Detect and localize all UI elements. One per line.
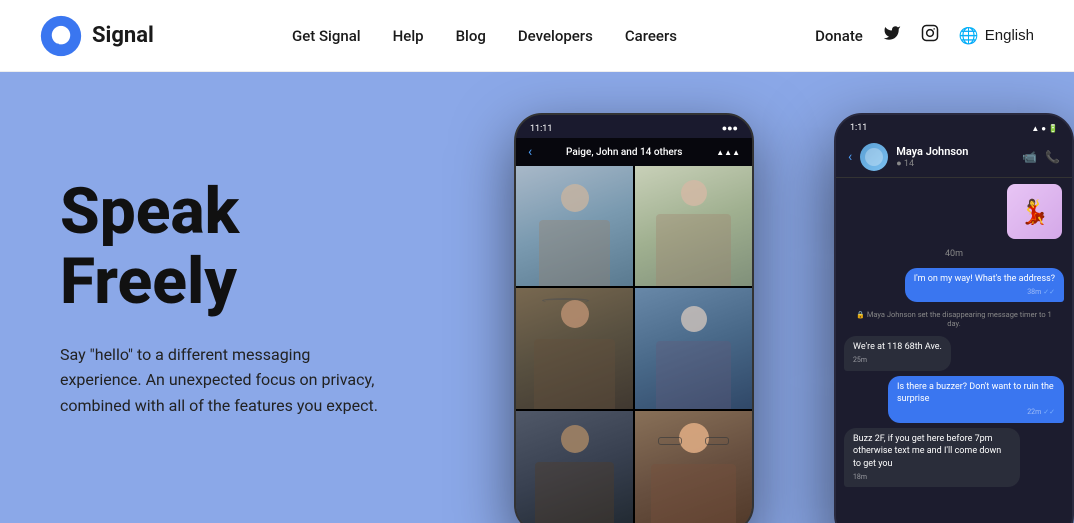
msg-bubble-recv-1: We're at 118 68th Ave. 25m	[844, 336, 951, 370]
chat-status-bar: 1:11 ▲ ● 🔋	[836, 115, 1072, 137]
video-call-icon[interactable]: 📹	[1022, 150, 1037, 164]
chat-back-button[interactable]: ‹	[848, 149, 852, 165]
language-label: English	[985, 27, 1034, 44]
brand-name: Signal	[92, 23, 154, 48]
logo-link[interactable]: Signal	[40, 15, 154, 57]
msg-bubble-recv-2: Buzz 2F, if you get here before 7pm othe…	[844, 428, 1020, 488]
chat-sticker: 💃	[1007, 184, 1062, 239]
group-name: Paige, John and 14 others	[566, 147, 682, 158]
phones-illustration: 11:11 ●●● ‹ Paige, John and 14 others ▲▲…	[454, 72, 1074, 523]
disappear-notice: 🔒 Maya Johnson set the disappearing mess…	[844, 307, 1064, 331]
donate-link[interactable]: Donate	[815, 27, 863, 45]
nav-links: Get Signal Help Blog Developers Careers	[292, 26, 677, 45]
back-button: ‹	[528, 144, 532, 160]
chat-messages: 40m I'm on my way! What's the address? 3…	[836, 239, 1072, 523]
video-cell-2	[635, 166, 752, 286]
signal-bars: ▲▲▲	[716, 148, 740, 157]
nav-help[interactable]: Help	[393, 27, 424, 45]
chat-sticker-area: 💃	[836, 178, 1072, 239]
video-cell-1	[516, 166, 633, 286]
signal-logo-icon	[40, 15, 82, 57]
video-cell-4	[635, 288, 752, 408]
twitter-icon	[883, 24, 901, 42]
phone-left: 11:11 ●●● ‹ Paige, John and 14 others ▲▲…	[514, 113, 754, 523]
hero-description: Say "hello" to a different messaging exp…	[60, 342, 380, 419]
nav-blog[interactable]: Blog	[456, 27, 486, 45]
video-cell-3	[516, 288, 633, 408]
contact-avatar	[860, 143, 888, 171]
globe-icon: 🌐	[959, 26, 979, 46]
hero-content: Speak Freely Say "hello" to a different …	[60, 177, 380, 419]
hero-title: Speak Freely	[60, 177, 380, 318]
instagram-link[interactable]	[921, 24, 939, 47]
nav-right: Donate 🌐 English	[815, 24, 1034, 47]
twitter-link[interactable]	[883, 24, 901, 47]
video-grid	[516, 166, 752, 523]
msg-time-40m: 40m	[844, 249, 1064, 259]
video-cell-6	[635, 411, 752, 523]
contact-count: ● 14	[896, 158, 1014, 169]
msg-bubble-sent-1: I'm on my way! What's the address? 38m✓✓	[905, 268, 1064, 302]
nav-developers[interactable]: Developers	[518, 27, 593, 45]
phone-left-status-bar: 11:11 ●●●	[516, 115, 752, 138]
hero-section: Speak Freely Say "hello" to a different …	[0, 72, 1074, 523]
phone-left-time: 11:11	[530, 124, 552, 134]
phone-left-signal: ●●●	[722, 123, 738, 134]
nav-get-signal[interactable]: Get Signal	[292, 27, 361, 45]
chat-signal-icons: ▲ ● 🔋	[1031, 124, 1058, 133]
chat-header-info: Maya Johnson ● 14	[896, 145, 1014, 169]
msg-meta-2: 25m	[853, 356, 942, 366]
msg-meta-1: 38m✓✓	[914, 288, 1055, 298]
msg-meta-4: 18m	[853, 473, 1011, 483]
contact-name: Maya Johnson	[896, 145, 1014, 158]
nav-careers[interactable]: Careers	[625, 27, 677, 45]
video-cell-5	[516, 411, 633, 523]
phone-right: 1:11 ▲ ● 🔋 ‹ Maya Johnson ● 14	[834, 113, 1074, 523]
language-selector[interactable]: 🌐 English	[959, 26, 1034, 46]
video-header: ‹ Paige, John and 14 others ▲▲▲	[516, 138, 752, 166]
msg-bubble-sent-2: Is there a buzzer? Don't want to ruin th…	[888, 376, 1064, 423]
chat-time: 1:11	[850, 123, 867, 133]
msg-meta-3: 22m✓✓	[897, 408, 1055, 418]
chat-header: ‹ Maya Johnson ● 14 📹 📞	[836, 137, 1072, 178]
navbar: Signal Get Signal Help Blog Developers C…	[0, 0, 1074, 72]
instagram-icon	[921, 24, 939, 42]
voice-call-icon[interactable]: 📞	[1045, 150, 1060, 164]
chat-header-actions: 📹 📞	[1022, 150, 1060, 164]
